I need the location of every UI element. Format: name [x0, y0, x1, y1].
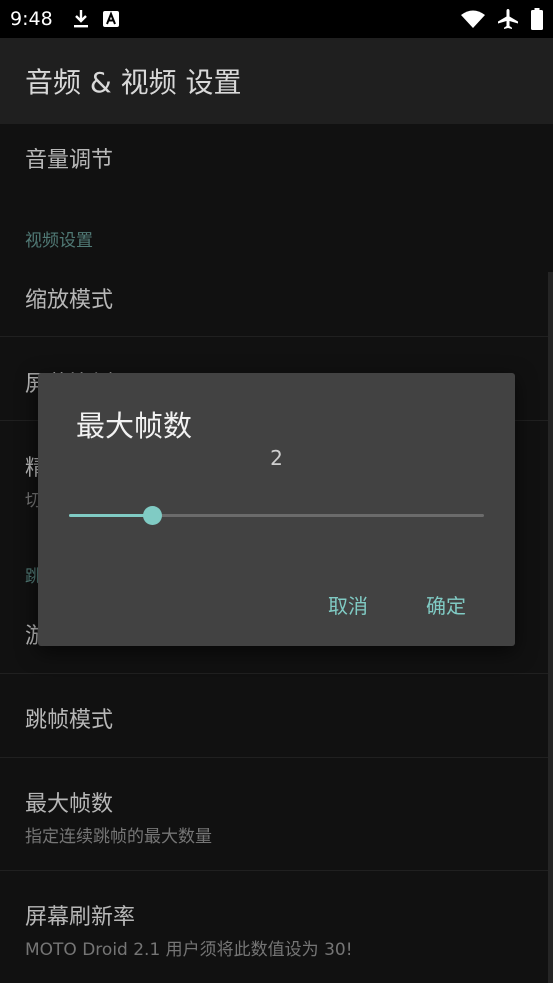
page-title: 音频 & 视频 设置	[25, 66, 242, 99]
airplane-icon	[497, 8, 519, 30]
slider-thumb[interactable]	[143, 506, 162, 525]
status-time: 9:48	[10, 8, 53, 30]
battery-icon	[531, 8, 543, 30]
download-icon	[73, 9, 89, 29]
ok-button[interactable]: 确定	[426, 590, 466, 619]
a-badge-icon	[102, 11, 119, 27]
app-bar: 音频 & 视频 设置	[0, 38, 553, 124]
max-frames-dialog: 最大帧数 2 取消 确定	[38, 373, 515, 646]
max-frames-slider[interactable]	[69, 501, 484, 531]
dialog-title: 最大帧数	[76, 409, 193, 443]
cancel-button[interactable]: 取消	[328, 590, 368, 619]
wifi-icon	[461, 10, 485, 28]
slider-value: 2	[270, 446, 283, 470]
slider-fill	[69, 514, 152, 517]
status-bar: 9:48	[0, 0, 553, 38]
